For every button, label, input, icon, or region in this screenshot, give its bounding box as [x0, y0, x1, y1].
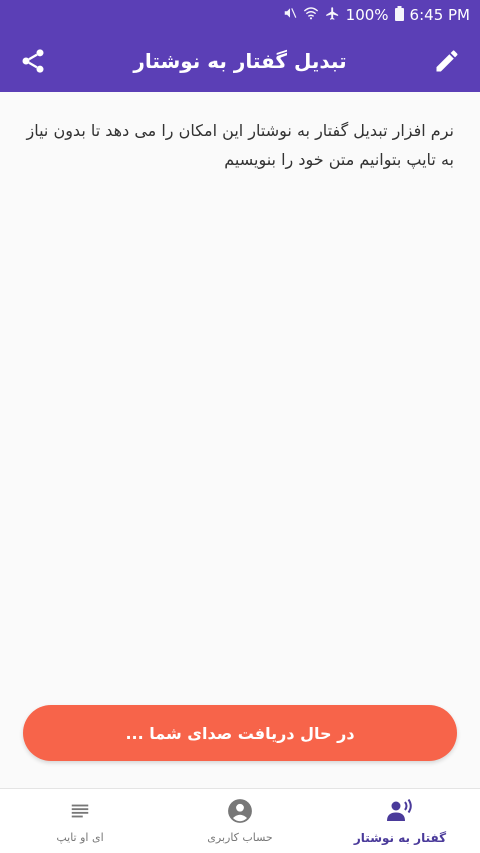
- share-icon[interactable]: [18, 46, 48, 76]
- transcription-text[interactable]: نرم افزار تبدیل گفتار به نوشتار این امکا…: [22, 116, 454, 174]
- nav-item-account[interactable]: حساب کاربری: [160, 789, 320, 853]
- wifi-icon: [303, 6, 319, 24]
- text-lines-icon: [69, 799, 91, 823]
- page-title: تبدیل گفتار به نوشتار: [133, 49, 347, 73]
- airplane-icon: [325, 6, 340, 25]
- account-icon: [227, 799, 253, 823]
- mute-icon: [283, 6, 297, 24]
- record-button[interactable]: در حال دریافت صدای شما ...: [23, 705, 457, 761]
- nav-label-iotype: ای او تایپ: [56, 831, 104, 844]
- battery-percent: 100%: [345, 6, 389, 24]
- battery-icon: [394, 5, 404, 25]
- content-area: نرم افزار تبدیل گفتار به نوشتار این امکا…: [0, 92, 480, 692]
- nav-item-speech-to-text[interactable]: گفتار به نوشتار: [320, 789, 480, 853]
- clock: 6:45 PM: [409, 6, 470, 24]
- edit-icon[interactable]: [432, 46, 462, 76]
- nav-item-iotype[interactable]: ای او تایپ: [0, 789, 160, 853]
- voice-person-icon: [385, 799, 415, 823]
- app-bar: تبدیل گفتار به نوشتار: [0, 30, 480, 92]
- bottom-nav: ای او تایپ حساب کاربری گفتار به نوشتار: [0, 788, 480, 853]
- status-bar: 100% 6:45 PM: [0, 0, 480, 30]
- nav-label-account: حساب کاربری: [207, 831, 273, 844]
- nav-label-speech-to-text: گفتار به نوشتار: [353, 831, 447, 845]
